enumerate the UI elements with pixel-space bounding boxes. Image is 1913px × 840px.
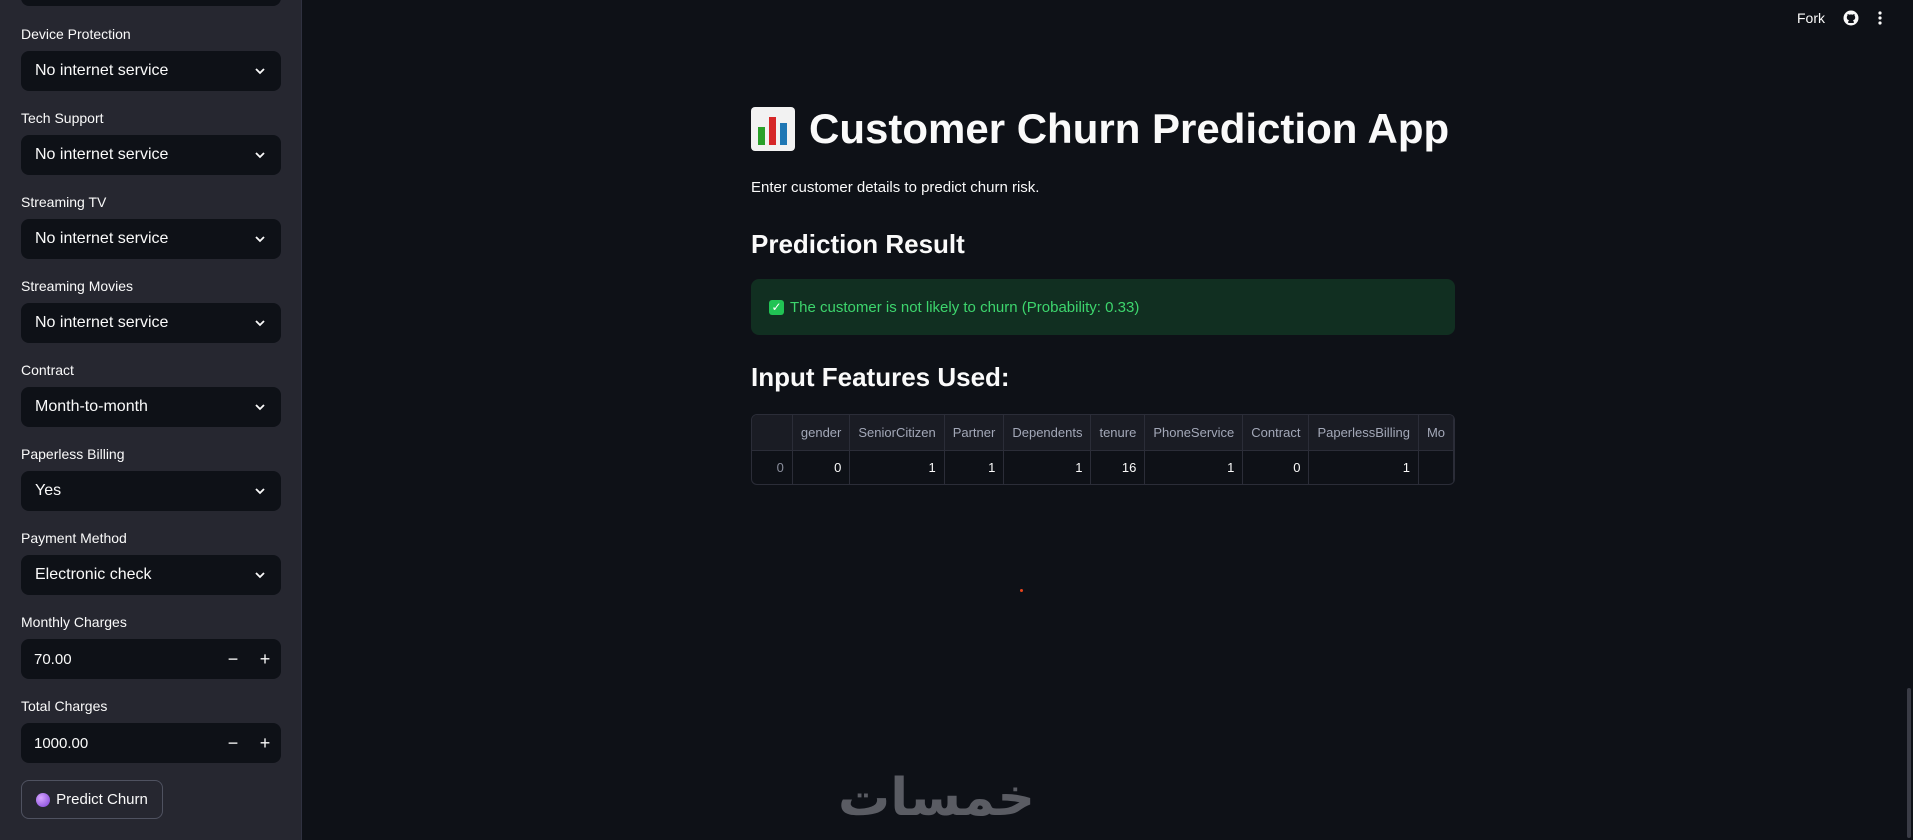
column-header[interactable]: Mo bbox=[1418, 415, 1454, 451]
total-charges-increment-button[interactable]: + bbox=[249, 723, 281, 763]
table-cell[interactable]: 0 bbox=[1242, 450, 1310, 484]
monthly-charges-decrement-button[interactable]: − bbox=[217, 639, 249, 679]
chevron-down-icon bbox=[255, 488, 265, 495]
page-title: Customer Churn Prediction App bbox=[751, 105, 1449, 153]
device-protection-label: Device Protection bbox=[21, 26, 131, 42]
column-header[interactable]: SeniorCitizen bbox=[849, 415, 945, 451]
fork-button[interactable]: Fork bbox=[1797, 10, 1825, 26]
scrollbar[interactable] bbox=[1905, 0, 1913, 840]
chevron-down-icon bbox=[255, 404, 265, 411]
streaming-tv-value: No internet service bbox=[35, 230, 169, 247]
sidebar-divider bbox=[301, 0, 302, 840]
paperless-billing-value: Yes bbox=[35, 482, 62, 499]
prediction-result-heading: Prediction Result bbox=[751, 229, 965, 259]
payment-method-value: Electronic check bbox=[35, 566, 152, 583]
monthly-charges-input: 70.00 − + bbox=[21, 639, 281, 679]
monthly-charges-increment-button[interactable]: + bbox=[249, 639, 281, 679]
table-cell[interactable]: 1 bbox=[849, 450, 945, 484]
chevron-down-icon bbox=[255, 572, 265, 579]
chevron-down-icon bbox=[255, 320, 265, 327]
page-subtitle: Enter customer details to predict churn … bbox=[751, 179, 1040, 196]
bar-chart-icon bbox=[751, 107, 795, 151]
scrollbar-thumb[interactable] bbox=[1907, 688, 1911, 838]
table-cell[interactable]: 1 bbox=[1003, 450, 1092, 484]
chevron-down-icon bbox=[255, 68, 265, 75]
contract-value: Month-to-month bbox=[35, 398, 148, 415]
streaming-movies-select[interactable]: No internet service bbox=[21, 303, 281, 343]
features-heading: Input Features Used: bbox=[751, 362, 1010, 392]
table-row: 0 0 1 1 1 16 1 0 1 bbox=[752, 450, 1454, 484]
streaming-movies-value: No internet service bbox=[35, 314, 169, 331]
select-partial[interactable] bbox=[21, 0, 281, 6]
table-cell[interactable] bbox=[1418, 450, 1454, 484]
sidebar: Device Protection No internet service Te… bbox=[0, 0, 301, 840]
column-header[interactable]: Dependents bbox=[1003, 415, 1092, 451]
contract-select[interactable]: Month-to-month bbox=[21, 387, 281, 427]
table-cell[interactable]: 1 bbox=[1144, 450, 1244, 484]
table-cell[interactable]: 1 bbox=[1308, 450, 1419, 484]
payment-method-select[interactable]: Electronic check bbox=[21, 555, 281, 595]
column-header[interactable]: gender bbox=[792, 415, 851, 451]
result-message: The customer is not likely to churn (Pro… bbox=[790, 298, 1140, 316]
total-charges-decrement-button[interactable]: − bbox=[217, 723, 249, 763]
app-toolbar: Fork bbox=[1797, 10, 1883, 26]
predict-churn-label: Predict Churn bbox=[56, 791, 148, 808]
table-cell[interactable]: 16 bbox=[1090, 450, 1146, 484]
total-charges-value[interactable]: 1000.00 bbox=[21, 735, 217, 752]
index-header bbox=[752, 415, 793, 451]
tech-support-label: Tech Support bbox=[21, 110, 104, 126]
row-index: 0 bbox=[752, 450, 793, 484]
tech-support-select[interactable]: No internet service bbox=[21, 135, 281, 175]
column-header[interactable]: tenure bbox=[1090, 415, 1146, 451]
chevron-down-icon bbox=[255, 236, 265, 243]
predict-churn-button[interactable]: Predict Churn bbox=[21, 780, 163, 819]
device-protection-value: No internet service bbox=[35, 62, 169, 79]
column-header[interactable]: PaperlessBilling bbox=[1308, 415, 1419, 451]
tech-support-value: No internet service bbox=[35, 146, 169, 163]
table-header-row: gender SeniorCitizen Partner Dependents … bbox=[752, 415, 1454, 451]
monthly-charges-label: Monthly Charges bbox=[21, 614, 127, 630]
github-icon[interactable] bbox=[1843, 10, 1859, 26]
chevron-down-icon bbox=[255, 152, 265, 159]
total-charges-label: Total Charges bbox=[21, 698, 108, 714]
crystal-ball-icon bbox=[36, 792, 51, 807]
features-table[interactable]: gender SeniorCitizen Partner Dependents … bbox=[751, 414, 1455, 485]
table-cell[interactable]: 1 bbox=[944, 450, 1005, 484]
device-protection-select[interactable]: No internet service bbox=[21, 51, 281, 91]
success-alert: ✓ The customer is not likely to churn (P… bbox=[751, 279, 1455, 335]
total-charges-input: 1000.00 − + bbox=[21, 723, 281, 763]
watermark-logo: خمسات bbox=[838, 768, 1036, 828]
payment-method-label: Payment Method bbox=[21, 530, 127, 546]
streaming-movies-label: Streaming Movies bbox=[21, 278, 134, 294]
streaming-tv-label: Streaming TV bbox=[21, 194, 107, 210]
column-header[interactable]: Partner bbox=[944, 415, 1005, 451]
page-title-text: Customer Churn Prediction App bbox=[809, 105, 1450, 152]
cursor-dot bbox=[1020, 589, 1023, 592]
column-header[interactable]: Contract bbox=[1242, 415, 1310, 451]
paperless-billing-label: Paperless Billing bbox=[21, 446, 125, 462]
monthly-charges-value[interactable]: 70.00 bbox=[21, 651, 217, 668]
paperless-billing-select[interactable]: Yes bbox=[21, 471, 281, 511]
more-vertical-icon[interactable] bbox=[1877, 10, 1883, 26]
column-header[interactable]: PhoneService bbox=[1144, 415, 1244, 451]
contract-label: Contract bbox=[21, 362, 74, 378]
table-cell[interactable]: 0 bbox=[792, 450, 851, 484]
check-mark-icon: ✓ bbox=[769, 299, 784, 315]
streaming-tv-select[interactable]: No internet service bbox=[21, 219, 281, 259]
